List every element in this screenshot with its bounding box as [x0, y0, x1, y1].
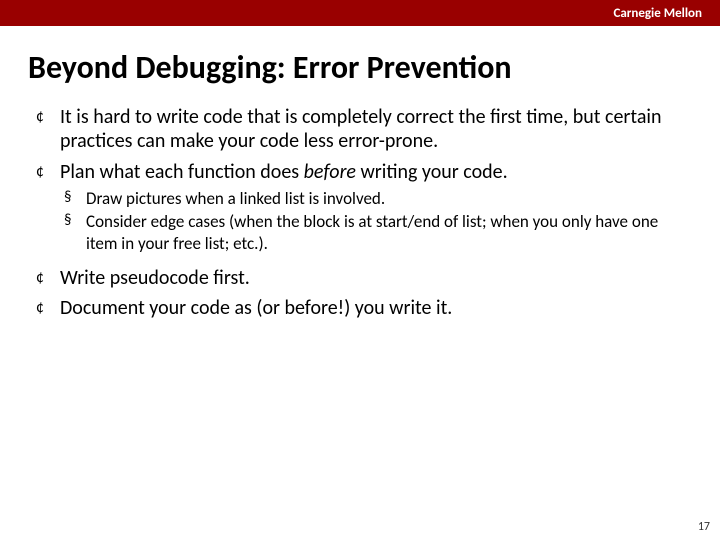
sub-bullet-item: Draw pictures when a linked list is invo… [60, 188, 692, 209]
bullet-item: Write pseudocode first. [28, 266, 692, 290]
bullet-text: Write pseudocode first. [60, 266, 250, 290]
bullet-item: It is hard to write code that is complet… [28, 105, 692, 154]
bullet-text: Document your code as (or before!) you w… [60, 296, 452, 320]
sub-bullet-list: Draw pictures when a linked list is invo… [60, 188, 692, 254]
bullet-item: Plan what each function does before writ… [28, 160, 692, 254]
sub-bullet-text: Consider edge cases (when the block is a… [86, 211, 658, 253]
bullet-list: It is hard to write code that is complet… [28, 105, 692, 254]
header-bar: Carnegie Mellon [0, 0, 720, 26]
bullet-text: It is hard to write code that is complet… [60, 105, 662, 153]
sub-bullet-text: Draw pictures when a linked list is invo… [86, 188, 385, 209]
sub-bullet-item: Consider edge cases (when the block is a… [60, 211, 692, 254]
bullet-item: Document your code as (or before!) you w… [28, 296, 692, 320]
org-label: Carnegie Mellon [613, 6, 702, 21]
bullet-text-pre: Plan what each function does [60, 160, 304, 184]
bullet-text-post: writing your code. [356, 160, 508, 184]
bullet-text-em: before [304, 160, 356, 184]
slide: Carnegie Mellon Beyond Debugging: Error … [0, 0, 720, 540]
bullet-list: Write pseudocode first. Document your co… [28, 266, 692, 321]
content-area: It is hard to write code that is complet… [0, 105, 720, 321]
slide-title: Beyond Debugging: Error Prevention [0, 26, 720, 105]
page-number: 17 [698, 520, 710, 534]
